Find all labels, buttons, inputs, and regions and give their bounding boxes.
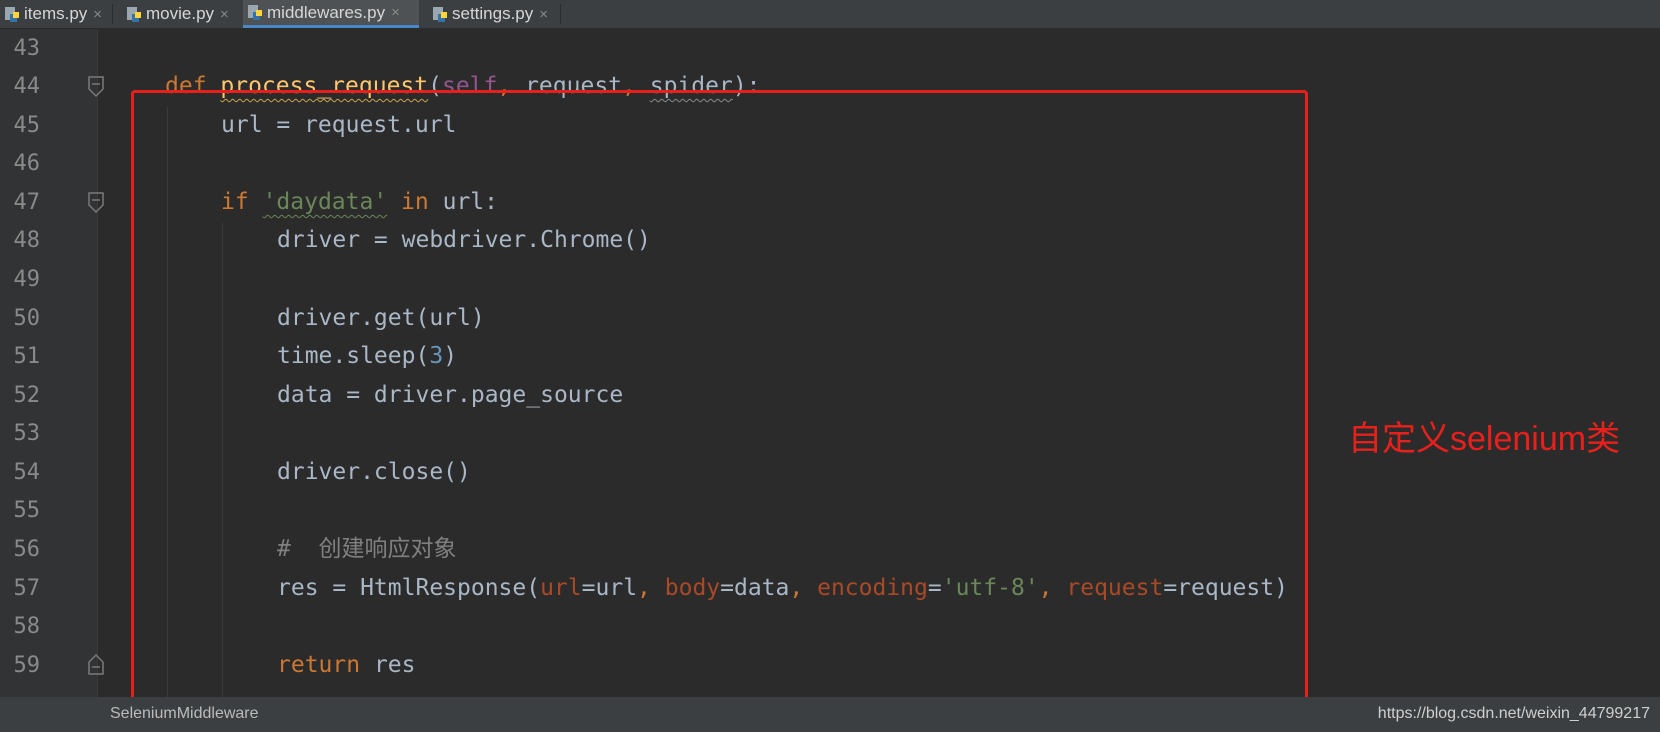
close-icon[interactable]: × [93, 6, 102, 23]
line-number: 58 [13, 614, 41, 639]
python-file-icon [432, 6, 448, 23]
close-icon[interactable]: × [391, 4, 400, 21]
line-number: 57 [13, 576, 41, 601]
line-number: 49 [13, 267, 41, 292]
line-number: 59 [13, 653, 41, 678]
tab-divider [560, 4, 561, 24]
python-file-icon [247, 4, 263, 21]
status-bar: SeleniumMiddleware https://blog.csdn.net… [0, 697, 1660, 732]
annotation-label: 自定义selenium类 [1348, 420, 1621, 458]
tab-middlewares-py[interactable]: middlewares.py × [243, 0, 419, 28]
line-number: 48 [13, 228, 41, 253]
tab-movie-py[interactable]: movie.py × [122, 0, 234, 28]
code-editor[interactable]: 43 44 45 46 47 48 49 50 51 52 53 54 55 5… [0, 29, 1660, 704]
line-number: 54 [13, 460, 41, 485]
tab-items-py[interactable]: items.py × [0, 0, 104, 28]
line-number: 53 [13, 421, 41, 446]
fold-expand-icon[interactable] [87, 653, 105, 675]
breadcrumb[interactable]: SeleniumMiddleware [110, 705, 259, 723]
line-number: 46 [13, 151, 41, 176]
line-number: 47 [13, 190, 41, 215]
line-number: 50 [13, 306, 41, 331]
tab-settings-py[interactable]: settings.py × [428, 0, 558, 28]
highlight-box [131, 90, 1308, 704]
line-number-gutter: 43 44 45 46 47 48 49 50 51 52 53 54 55 5… [0, 29, 98, 697]
line-number: 52 [13, 383, 41, 408]
tab-label: middlewares.py [267, 2, 386, 22]
line-number: 56 [13, 537, 41, 562]
python-file-icon [126, 6, 142, 23]
tab-label: items.py [24, 4, 88, 23]
tab-divider [112, 4, 113, 24]
tab-label: movie.py [146, 4, 215, 23]
watermark-url: https://blog.csdn.net/weixin_44799217 [1377, 705, 1650, 722]
fold-collapse-icon[interactable] [87, 192, 105, 214]
line-number: 45 [13, 113, 41, 138]
line-number: 55 [13, 498, 41, 523]
line-number: 43 [13, 36, 41, 61]
python-file-icon [4, 6, 20, 23]
line-number: 44 [13, 74, 41, 99]
line-number: 51 [13, 344, 41, 369]
fold-collapse-icon[interactable] [87, 76, 105, 98]
close-icon[interactable]: × [220, 6, 229, 23]
editor-tab-bar: items.py × movie.py × middlewares.py × s… [0, 0, 1660, 29]
close-icon[interactable]: × [539, 6, 548, 23]
tab-label: settings.py [452, 4, 534, 23]
